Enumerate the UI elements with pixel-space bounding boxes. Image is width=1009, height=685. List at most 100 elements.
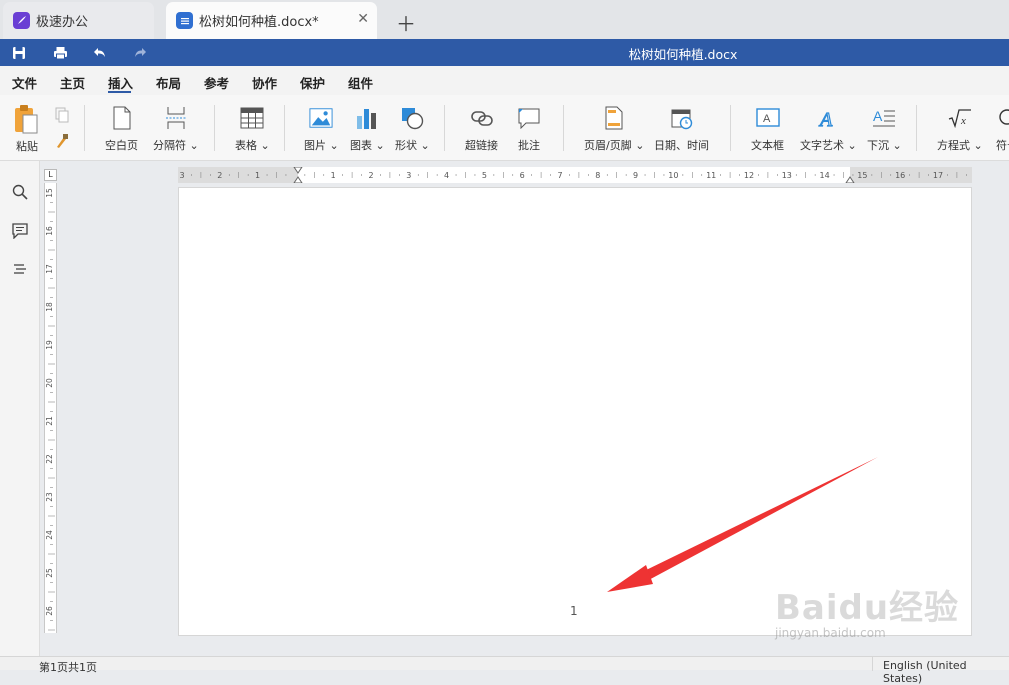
horizontal-ruler[interactable]: 3 2 1 1 2 3 4 5 6 7 8 9 10 11 12 13 14 15 16 17 bbox=[178, 167, 972, 183]
textbox-button[interactable]: A 文本框 bbox=[751, 105, 784, 153]
ruler-label: 15 bbox=[45, 188, 54, 198]
ruler-label: 4 bbox=[444, 171, 449, 180]
blank-page-label: 空白页 bbox=[105, 139, 138, 152]
tab-stop-selector[interactable]: L bbox=[44, 169, 57, 181]
document-title: 松树如何种植.docx bbox=[628, 47, 738, 62]
tab-home[interactable]: 极速办公 bbox=[3, 2, 154, 39]
page-break-icon bbox=[164, 105, 188, 131]
ruler-label: 13 bbox=[782, 171, 792, 180]
ruler-label: 19 bbox=[45, 340, 54, 350]
dropcap-label: 下沉 ⌄ bbox=[867, 139, 902, 152]
new-tab-button[interactable]: ＋ bbox=[396, 8, 416, 37]
search-icon[interactable] bbox=[11, 183, 29, 201]
table-icon bbox=[240, 105, 264, 131]
comment-icon bbox=[517, 105, 541, 131]
status-bar: 第1页共1页 English (United States) bbox=[0, 656, 1009, 685]
separator-label: 分隔符 ⌄ bbox=[153, 139, 199, 152]
menu-bar: 文件 主页 插入 布局 参考 协作 保护 组件 bbox=[0, 66, 1009, 95]
equation-button[interactable]: x 方程式 ⌄ bbox=[937, 105, 983, 153]
svg-text:A: A bbox=[818, 109, 833, 130]
menu-home[interactable]: 主页 bbox=[60, 73, 85, 92]
tab-document[interactable]: 松树如何种植.docx* ✕ bbox=[166, 2, 377, 39]
ruler-label: 6 bbox=[520, 171, 525, 180]
ruler-label: 17 bbox=[933, 171, 943, 180]
text-art-label: 文字艺术 ⌄ bbox=[800, 139, 857, 152]
calendar-clock-icon bbox=[670, 105, 694, 131]
image-button[interactable]: 图片 ⌄ bbox=[304, 105, 339, 153]
ribbon-divider bbox=[916, 105, 917, 151]
hyperlink-label: 超链接 bbox=[465, 139, 498, 152]
equation-label: 方程式 ⌄ bbox=[937, 139, 983, 152]
paste-label: 粘贴 bbox=[16, 140, 38, 153]
watermark-brand: Baidu经验 bbox=[775, 588, 960, 628]
language-indicator[interactable]: English (United States) bbox=[872, 657, 1009, 685]
dropcap-button[interactable]: A 下沉 ⌄ bbox=[867, 105, 902, 153]
ruler-label: 1 bbox=[255, 171, 260, 180]
title-bar: 松树如何种植.docx bbox=[0, 39, 1009, 66]
ruler-label: 20 bbox=[45, 378, 54, 388]
symbol-button[interactable]: 符号 bbox=[995, 105, 1009, 153]
ruler-label: 2 bbox=[217, 171, 222, 180]
vertical-ruler[interactable]: 15 16 17 18 19 20 21 22 23 24 25 26 bbox=[44, 183, 57, 633]
menu-components[interactable]: 组件 bbox=[348, 73, 373, 92]
image-label: 图片 ⌄ bbox=[304, 139, 339, 152]
watermark-url: jingyan.baidu.com bbox=[775, 626, 886, 640]
chart-button[interactable]: 图表 ⌄ bbox=[350, 105, 385, 153]
menu-references[interactable]: 参考 bbox=[204, 73, 229, 92]
page-number: 1 bbox=[570, 604, 578, 618]
left-indent-marker bbox=[293, 167, 303, 183]
blank-page-button[interactable]: 空白页 bbox=[105, 105, 138, 153]
tab-label: 松树如何种植.docx* bbox=[199, 15, 319, 30]
svg-text:x: x bbox=[960, 115, 966, 127]
textbox-icon: A bbox=[755, 105, 780, 131]
ruler-label: 3 bbox=[179, 171, 184, 180]
watermark: Baidu经验 jingyan.baidu.com bbox=[775, 560, 1009, 650]
text-art-icon: A bbox=[816, 105, 840, 131]
format-painter-button[interactable] bbox=[54, 133, 70, 149]
paste-button[interactable]: 粘贴 bbox=[12, 104, 42, 154]
shape-button[interactable]: 形状 ⌄ bbox=[395, 105, 430, 153]
document-icon bbox=[176, 12, 193, 29]
copy-button[interactable] bbox=[54, 107, 70, 123]
ruler-label: 14 bbox=[820, 171, 830, 180]
table-button[interactable]: 表格 ⌄ bbox=[235, 105, 270, 153]
ruler-label: 17 bbox=[45, 264, 54, 274]
ruler-label: 9 bbox=[633, 171, 638, 180]
menu-protect[interactable]: 保护 bbox=[300, 73, 325, 92]
blank-page-icon bbox=[110, 105, 134, 131]
header-footer-button[interactable]: 页眉/页脚 ⌄ bbox=[584, 105, 644, 153]
ruler-label: 12 bbox=[744, 171, 754, 180]
navigation-icon[interactable] bbox=[11, 261, 29, 279]
shape-icon bbox=[400, 105, 424, 131]
chart-label: 图表 ⌄ bbox=[350, 139, 385, 152]
ruler-label: 24 bbox=[45, 530, 54, 540]
ruler-label: 15 bbox=[857, 171, 867, 180]
ribbon-divider bbox=[284, 105, 285, 151]
ruler-label: 1 bbox=[331, 171, 336, 180]
header-footer-label: 页眉/页脚 ⌄ bbox=[584, 139, 645, 152]
separator-button[interactable]: 分隔符 ⌄ bbox=[153, 105, 199, 153]
equation-icon: x bbox=[948, 105, 972, 131]
ribbon-divider bbox=[214, 105, 215, 151]
menu-collaborate[interactable]: 协作 bbox=[252, 73, 277, 92]
ruler-label: 10 bbox=[668, 171, 678, 180]
menu-file[interactable]: 文件 bbox=[12, 73, 37, 92]
comment-button[interactable]: 批注 bbox=[517, 105, 541, 153]
format-painter-icon bbox=[54, 133, 70, 149]
menu-layout[interactable]: 布局 bbox=[156, 73, 181, 92]
ruler-label: 8 bbox=[595, 171, 600, 180]
close-icon[interactable]: ✕ bbox=[357, 11, 369, 27]
ruler-label: 5 bbox=[482, 171, 487, 180]
datetime-button[interactable]: 日期、时间 bbox=[654, 105, 709, 153]
svg-text:A: A bbox=[873, 108, 883, 124]
symbol-label: 符号 bbox=[996, 139, 1009, 152]
clipboard-icon bbox=[12, 104, 42, 136]
tab-label: 极速办公 bbox=[36, 15, 89, 30]
text-art-button[interactable]: A 文字艺术 ⌄ bbox=[800, 105, 857, 153]
ruler-label: 3 bbox=[406, 171, 411, 180]
ruler-label: 23 bbox=[45, 492, 54, 502]
hyperlink-button[interactable]: 超链接 bbox=[465, 105, 498, 153]
ruler-label: 26 bbox=[45, 606, 54, 616]
comment-icon[interactable] bbox=[11, 222, 29, 240]
menu-insert[interactable]: 插入 bbox=[108, 73, 133, 92]
